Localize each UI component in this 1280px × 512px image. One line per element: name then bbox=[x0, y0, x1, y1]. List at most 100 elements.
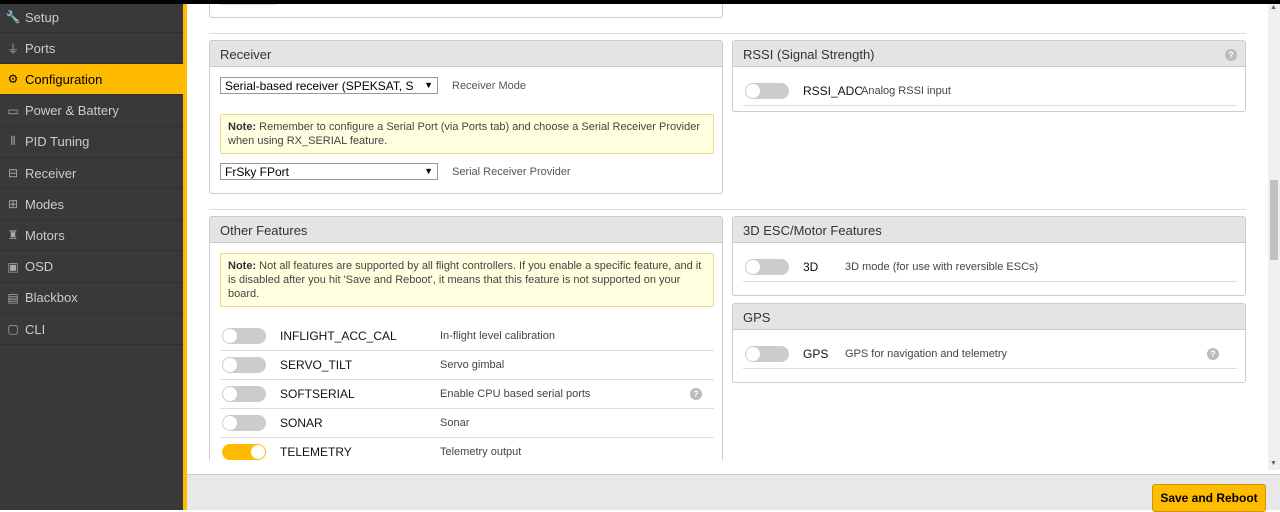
modes-icon: ⊞ bbox=[7, 197, 19, 212]
feature-row-softserial: SOFTSERIAL Enable CPU based serial ports? bbox=[220, 380, 714, 409]
sidebar-item-label: Configuration bbox=[25, 71, 103, 87]
sidebar-item-label: OSD bbox=[25, 259, 54, 275]
toggle-knob bbox=[223, 329, 237, 343]
serial-provider-row: FrSky FPort ▼ Serial Receiver Provider bbox=[220, 163, 571, 180]
gps-toggle[interactable] bbox=[745, 346, 789, 362]
rssi-adc-toggle[interactable] bbox=[745, 83, 789, 99]
other-features-note-bold: Note: bbox=[228, 260, 257, 272]
sidebar-item-blackbox[interactable]: ▤ Blackbox bbox=[0, 283, 183, 314]
gps-panel: GPS GPS GPS for navigation and telemetry… bbox=[732, 303, 1246, 383]
receiver-mode-select[interactable]: Serial-based receiver (SPEKSAT, S ▼ bbox=[220, 77, 438, 94]
rssi-adc-row: RSSI_ADC Analog RSSI input bbox=[743, 77, 1237, 106]
help-icon[interactable]: ? bbox=[1207, 348, 1219, 360]
help-icon[interactable]: ? bbox=[690, 388, 702, 400]
feature-toggle[interactable] bbox=[222, 386, 266, 402]
battery-icon: ▭ bbox=[7, 103, 19, 118]
help-icon[interactable]: ? bbox=[1225, 49, 1237, 61]
page-scrollbar[interactable]: ▲ ▼ bbox=[1268, 4, 1280, 470]
feature-toggle[interactable] bbox=[222, 328, 266, 344]
gps-desc: GPS for navigation and telemetry bbox=[845, 348, 1008, 360]
partial-input bbox=[220, 4, 276, 5]
sidebar-item-receiver[interactable]: ⊟ Receiver bbox=[0, 158, 183, 189]
scrollbar-thumb[interactable] bbox=[1270, 180, 1278, 260]
feature-toggle[interactable] bbox=[222, 444, 266, 460]
receiver-note-text: Remember to configure a Serial Port (via… bbox=[228, 121, 700, 147]
top-border bbox=[0, 0, 1280, 4]
scroll-up-arrow-icon[interactable]: ▲ bbox=[1270, 4, 1277, 11]
feature-description: Enable CPU based serial ports bbox=[440, 388, 591, 400]
feature-name: TELEMETRY bbox=[280, 445, 352, 459]
toggle-knob bbox=[223, 416, 237, 430]
rssi-adc-desc: Analog RSSI input bbox=[861, 85, 951, 97]
feature-row-inflight-acc-cal: INFLIGHT_ACC_CAL In-flight level calibrat… bbox=[220, 322, 714, 351]
pid-icon: ⫴ bbox=[10, 134, 16, 149]
toggle-knob bbox=[223, 387, 237, 401]
feature-name: SERVO_TILT bbox=[280, 358, 353, 372]
sidebar-item-pid-tuning[interactable]: ⫴ PID Tuning bbox=[0, 127, 183, 158]
feature-3d-name: 3D bbox=[803, 260, 819, 274]
sidebar-item-setup[interactable]: 🔧 Setup bbox=[0, 2, 183, 33]
feature-row-telemetry: TELEMETRY Telemetry output bbox=[220, 438, 714, 460]
osd-icon: ▣ bbox=[7, 259, 19, 274]
sidebar-item-label: CLI bbox=[25, 321, 46, 337]
cli-icon: ▢ bbox=[7, 322, 19, 336]
receiver-mode-value: Serial-based receiver (SPEKSAT, S bbox=[225, 78, 414, 93]
sidebar-item-cli[interactable]: ▢ CLI bbox=[0, 314, 183, 345]
feature-3d-toggle[interactable] bbox=[745, 259, 789, 275]
rssi-panel: RSSI (Signal Strength) ? RSSI_ADC Analog… bbox=[732, 40, 1246, 112]
scroll-down-arrow-icon[interactable]: ▼ bbox=[1270, 460, 1277, 467]
receiver-mode-row: Serial-based receiver (SPEKSAT, S ▼ Rece… bbox=[220, 77, 526, 94]
receiver-note: Note: Remember to configure a Serial Por… bbox=[220, 114, 714, 154]
feature-row-sonar: SONAR Sonar bbox=[220, 409, 714, 438]
motor-icon: ♜ bbox=[7, 228, 19, 243]
rssi-title: RSSI (Signal Strength) bbox=[733, 41, 1245, 67]
sidebar-item-label: Power & Battery bbox=[25, 103, 119, 119]
feature-3d-desc: 3D mode (for use with reversible ESCs) bbox=[845, 261, 1039, 273]
esc-3d-panel: 3D ESC/Motor Features 3D 3D mode (for us… bbox=[732, 216, 1246, 296]
feature-description: Telemetry output bbox=[440, 446, 522, 458]
gps-row: GPS GPS for navigation and telemetry ? bbox=[743, 340, 1237, 369]
feature-name: SOFTSERIAL bbox=[280, 387, 355, 401]
gps-name: GPS bbox=[803, 347, 829, 361]
save-and-reboot-button[interactable]: Save and Reboot bbox=[1152, 484, 1266, 512]
sidebar-item-power-battery[interactable]: ▭ Power & Battery bbox=[0, 96, 183, 127]
sidebar-item-label: Motors bbox=[25, 227, 65, 243]
sidebar-item-configuration[interactable]: ⚙ Configuration bbox=[0, 64, 183, 96]
other-features-note: Note: Not all features are supported by … bbox=[220, 253, 714, 307]
feature-description: Sonar bbox=[440, 417, 470, 429]
gear-icon: ⚙ bbox=[7, 72, 19, 87]
feature-toggle[interactable] bbox=[222, 357, 266, 373]
sidebar-item-label: Ports bbox=[25, 40, 56, 56]
serial-provider-select[interactable]: FrSky FPort ▼ bbox=[220, 163, 438, 180]
rssi-adc-name: RSSI_ADC bbox=[803, 84, 864, 98]
previous-section-box bbox=[209, 4, 723, 18]
receiver-panel: Receiver Serial-based receiver (SPEKSAT,… bbox=[209, 40, 723, 194]
configuration-content: Receiver Serial-based receiver (SPEKSAT,… bbox=[187, 4, 1268, 460]
sidebar-item-motors[interactable]: ♜ Motors bbox=[0, 220, 183, 252]
bottom-toolbar: Save and Reboot bbox=[187, 474, 1280, 512]
feature-name: SONAR bbox=[280, 416, 323, 430]
sidebar-item-label: Blackbox bbox=[25, 290, 78, 306]
section-divider bbox=[209, 33, 1246, 34]
gps-title: GPS bbox=[733, 304, 1245, 330]
other-features-panel: Other Features Note: Not all features ar… bbox=[209, 216, 723, 460]
sidebar-item-label: Setup bbox=[25, 9, 59, 25]
toggle-knob bbox=[223, 358, 237, 372]
sidebar-item-label: Modes bbox=[25, 196, 65, 212]
feature-description: Servo gimbal bbox=[440, 359, 505, 371]
wrench-icon: 🔧 bbox=[5, 10, 21, 24]
toggle-knob bbox=[251, 445, 265, 459]
feature-name: INFLIGHT_ACC_CAL bbox=[280, 329, 397, 343]
sidebar-item-ports[interactable]: ⏚ Ports bbox=[0, 33, 183, 65]
receiver-title: Receiver bbox=[210, 41, 722, 67]
serial-provider-label: Serial Receiver Provider bbox=[452, 165, 571, 178]
feature-row-servo-tilt: SERVO_TILT Servo gimbal bbox=[220, 351, 714, 380]
serial-provider-value: FrSky FPort bbox=[225, 164, 290, 179]
sidebar-item-label: PID Tuning bbox=[25, 134, 90, 150]
receiver-note-bold: Note: bbox=[228, 121, 257, 133]
plug-icon: ⏚ bbox=[6, 41, 19, 56]
sidebar-item-modes[interactable]: ⊞ Modes bbox=[0, 189, 183, 221]
sidebar-item-osd[interactable]: ▣ OSD bbox=[0, 252, 183, 283]
dropdown-arrow-icon: ▼ bbox=[424, 80, 433, 90]
feature-toggle[interactable] bbox=[222, 415, 266, 431]
